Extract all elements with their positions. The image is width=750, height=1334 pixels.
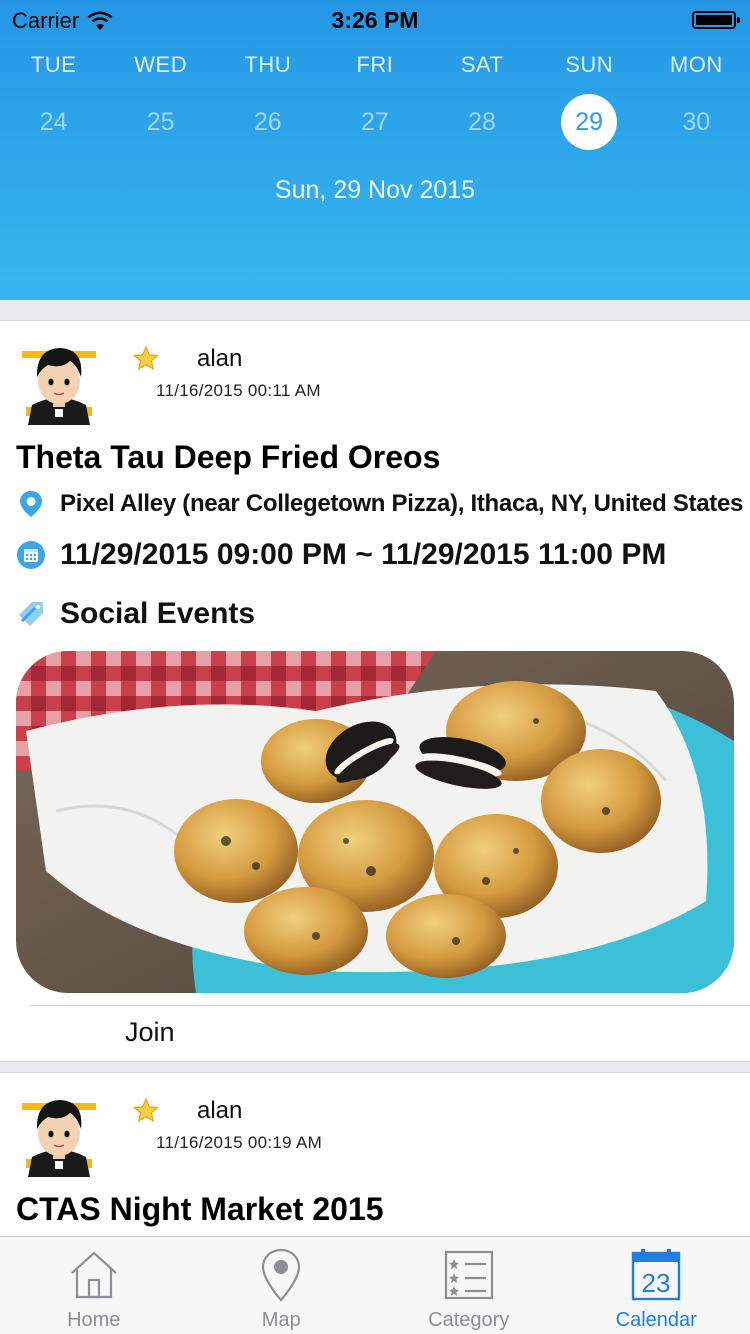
home-icon: [71, 1251, 117, 1299]
join-button[interactable]: Join: [125, 1017, 175, 1048]
week-strip: TUE 24 WED 25 THU 26 FRI 27 SAT 28 SUN 2…: [0, 50, 750, 150]
day-name: FRI: [356, 52, 394, 77]
event-location: Pixel Alley (near Collegetown Pizza), It…: [60, 490, 744, 517]
day-fri[interactable]: FRI 27: [321, 50, 428, 150]
calendar-icon-day: 23: [642, 1268, 671, 1298]
tab-map[interactable]: Map: [188, 1237, 376, 1334]
event-card[interactable]: alan 11/16/2015 00:19 AM CTAS Night Mark…: [0, 1072, 750, 1236]
event-photo[interactable]: [16, 651, 734, 993]
day-number: 28: [468, 108, 496, 136]
user-avatar[interactable]: [22, 343, 96, 425]
day-name: WED: [134, 52, 188, 77]
list-icon: [444, 1250, 493, 1300]
event-title[interactable]: CTAS Night Market 2015: [16, 1191, 384, 1228]
event-time-row: 11/29/2015 09:00 PM ~ 11/29/2015 11:00 P…: [16, 538, 666, 572]
map-pin-icon: [262, 1248, 301, 1302]
day-number: 27: [361, 108, 389, 136]
day-name: SUN: [565, 52, 614, 77]
author-name[interactable]: alan: [197, 345, 242, 373]
tab-label: Category: [428, 1309, 510, 1331]
day-number: 30: [682, 108, 711, 136]
tab-label: Map: [261, 1309, 301, 1331]
day-number: 24: [39, 108, 68, 136]
tag-icon: [19, 602, 43, 626]
tab-home[interactable]: Home: [0, 1237, 188, 1334]
location-pin-icon: [20, 491, 42, 517]
day-number: 26: [253, 108, 282, 136]
user-avatar[interactable]: [22, 1095, 96, 1177]
tab-calendar[interactable]: 23 Calendar: [563, 1237, 750, 1334]
card-divider: [30, 1005, 750, 1006]
event-time-range: 11/29/2015 09:00 PM ~ 11/29/2015 11:00 P…: [60, 538, 667, 571]
event-location-row: Pixel Alley (near Collegetown Pizza), It…: [16, 489, 743, 519]
status-bar: Carrier 3:26 PM: [0, 0, 750, 40]
day-name: TUE: [30, 52, 77, 77]
day-number-selected: 29: [561, 94, 618, 150]
selected-date-label: Sun, 29 Nov 2015: [274, 176, 476, 204]
event-feed[interactable]: alan 11/16/2015 00:11 AM Theta Tau Deep …: [0, 300, 750, 1236]
event-title[interactable]: Theta Tau Deep Fried Oreos: [16, 439, 440, 476]
star-icon[interactable]: [132, 345, 160, 373]
day-sun-selected[interactable]: SUN 29: [536, 50, 643, 150]
event-card[interactable]: alan 11/16/2015 00:11 AM Theta Tau Deep …: [0, 320, 750, 1062]
tab-bar: Home Map Category 23 Calendar: [0, 1236, 750, 1334]
day-sat[interactable]: SAT 28: [429, 50, 536, 150]
day-mon[interactable]: MON 30: [643, 50, 750, 150]
day-thu[interactable]: THU 26: [214, 50, 321, 150]
post-timestamp: 11/16/2015 00:19 AM: [156, 1133, 323, 1152]
day-name: SAT: [460, 52, 504, 77]
day-name: THU: [244, 52, 292, 77]
event-category-row: Social Events: [16, 597, 255, 631]
author-name[interactable]: alan: [197, 1097, 242, 1125]
tab-label: Home: [67, 1309, 121, 1331]
battery-icon: [692, 11, 740, 29]
post-timestamp: 11/16/2015 00:11 AM: [156, 381, 321, 400]
calendar-small-icon: [17, 541, 45, 569]
event-category[interactable]: Social Events: [60, 597, 255, 631]
star-icon[interactable]: [132, 1097, 160, 1125]
tab-label: Calendar: [615, 1309, 697, 1331]
calendar-icon: 23: [632, 1249, 681, 1301]
day-name: MON: [669, 52, 723, 77]
day-wed[interactable]: WED 25: [107, 50, 214, 150]
calendar-header: Carrier 3:26 PM TUE 24 WED 25 THU 26 FRI…: [0, 0, 750, 300]
day-number: 25: [146, 108, 175, 136]
status-time: 3:26 PM: [331, 7, 419, 33]
tab-category[interactable]: Category: [375, 1237, 563, 1334]
day-tue[interactable]: TUE 24: [0, 50, 107, 150]
